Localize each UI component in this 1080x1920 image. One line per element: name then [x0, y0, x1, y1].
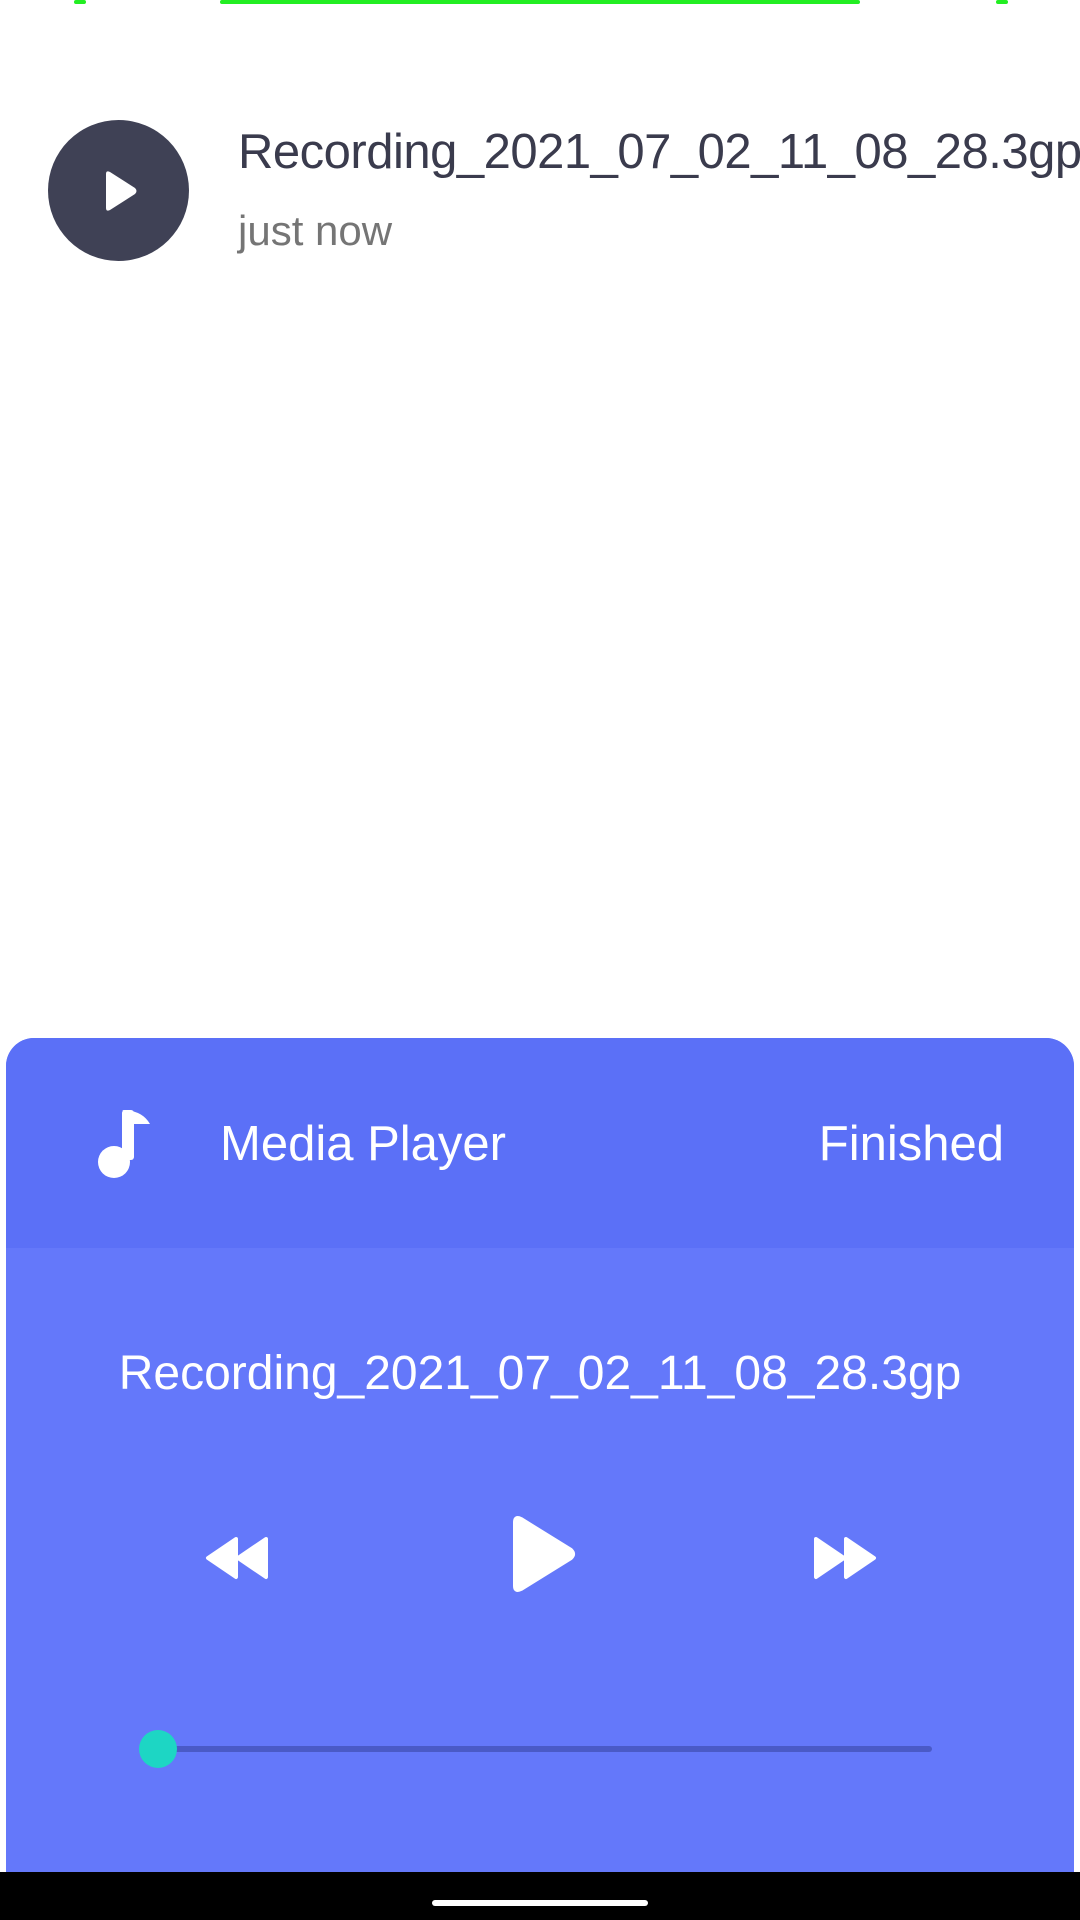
- play-icon: [513, 1516, 575, 1592]
- recording-play-button[interactable]: [48, 120, 189, 261]
- rewind-button[interactable]: [192, 1518, 282, 1598]
- fast-forward-icon: [814, 1537, 876, 1579]
- seek-bar-thumb[interactable]: [139, 1730, 177, 1768]
- media-player-header: Media Player Finished: [6, 1038, 1074, 1248]
- play-icon: [105, 170, 136, 211]
- rewind-icon: [206, 1537, 268, 1579]
- system-navigation-bar: [0, 1872, 1080, 1920]
- strip-marker-right: [996, 0, 1008, 4]
- play-button[interactable]: [494, 1494, 590, 1614]
- strip-marker-left: [74, 0, 86, 4]
- seek-bar-track[interactable]: [150, 1746, 932, 1752]
- recording-time: just now: [238, 207, 393, 254]
- music-note-icon: [98, 1110, 150, 1178]
- strip-progress-bar: [220, 0, 860, 4]
- top-progress-strip: [0, 0, 1080, 6]
- recording-list-item[interactable]: Recording_2021_07_02_11_08_28.3gp just n…: [0, 110, 1080, 270]
- fast-forward-button[interactable]: [800, 1518, 890, 1598]
- media-player-title: Media Player: [220, 1117, 506, 1171]
- current-track-title: Recording_2021_07_02_11_08_28.3gp: [118, 1347, 962, 1400]
- home-gesture-handle[interactable]: [432, 1900, 648, 1906]
- media-player: Media Player Finished Recording_2021_07_…: [6, 1038, 1074, 1872]
- recording-title: Recording_2021_07_02_11_08_28.3gp: [238, 125, 1080, 179]
- playback-status: Finished: [818, 1117, 1004, 1171]
